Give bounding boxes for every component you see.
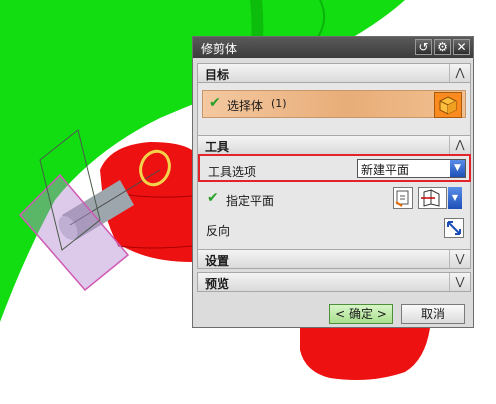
tool-option-label: 工具选项 bbox=[208, 165, 257, 179]
check-icon: ✔ bbox=[209, 95, 221, 111]
chevron-down-icon[interactable]: ▼ bbox=[450, 160, 465, 177]
reverse-label: 反向 bbox=[206, 224, 231, 238]
dialog-titlebar[interactable]: 修剪体 ↺ ⚙ ✕ bbox=[193, 37, 473, 58]
section-settings-title: 设置 bbox=[205, 254, 230, 268]
gear-icon[interactable]: ⚙ bbox=[434, 39, 451, 55]
select-count: (1) bbox=[271, 97, 287, 110]
ok-button[interactable]: < 确定 > bbox=[329, 304, 393, 324]
section-preview-title: 预览 bbox=[205, 277, 230, 291]
dialog-title: 修剪体 bbox=[201, 42, 238, 56]
plane-dialog-icon[interactable] bbox=[393, 187, 413, 209]
check-icon: ✔ bbox=[207, 190, 219, 206]
tool-option-select[interactable]: 新建平面 ▼ bbox=[357, 159, 466, 178]
section-tool-header[interactable]: 工具 ⋀ bbox=[197, 135, 471, 155]
solid-body-icon[interactable] bbox=[434, 92, 462, 118]
chevron-up-icon[interactable]: ⋀ bbox=[449, 64, 470, 82]
tool-option-value: 新建平面 bbox=[361, 163, 410, 177]
section-preview-header[interactable]: 预览 ⋁ bbox=[197, 272, 471, 292]
chevron-up-icon[interactable]: ⋀ bbox=[449, 136, 470, 154]
plane-options-icon[interactable] bbox=[418, 187, 447, 209]
plane-options-dropdown[interactable]: ▼ bbox=[448, 187, 462, 209]
close-icon[interactable]: ✕ bbox=[453, 39, 470, 55]
cancel-button[interactable]: 取消 bbox=[401, 304, 465, 324]
chevron-down-icon[interactable]: ⋁ bbox=[449, 250, 470, 268]
section-settings-header[interactable]: 设置 ⋁ bbox=[197, 249, 471, 269]
select-body-label: 选择体 bbox=[227, 99, 264, 113]
section-tool-title: 工具 bbox=[205, 140, 230, 154]
reverse-direction-icon[interactable] bbox=[444, 218, 464, 238]
reset-icon[interactable]: ↺ bbox=[415, 39, 432, 55]
chevron-down-icon[interactable]: ⋁ bbox=[449, 273, 470, 291]
select-body-row[interactable]: ✔ 选择体 (1) bbox=[202, 90, 466, 118]
trim-body-dialog: 修剪体 ↺ ⚙ ✕ 目标 ⋀ 工具 ⋀ 设置 ⋁ 预览 ⋁ bbox=[192, 36, 474, 328]
specify-plane-label: 指定平面 bbox=[226, 194, 275, 208]
section-target-title: 目标 bbox=[205, 68, 230, 82]
section-target-header[interactable]: 目标 ⋀ bbox=[197, 63, 471, 83]
